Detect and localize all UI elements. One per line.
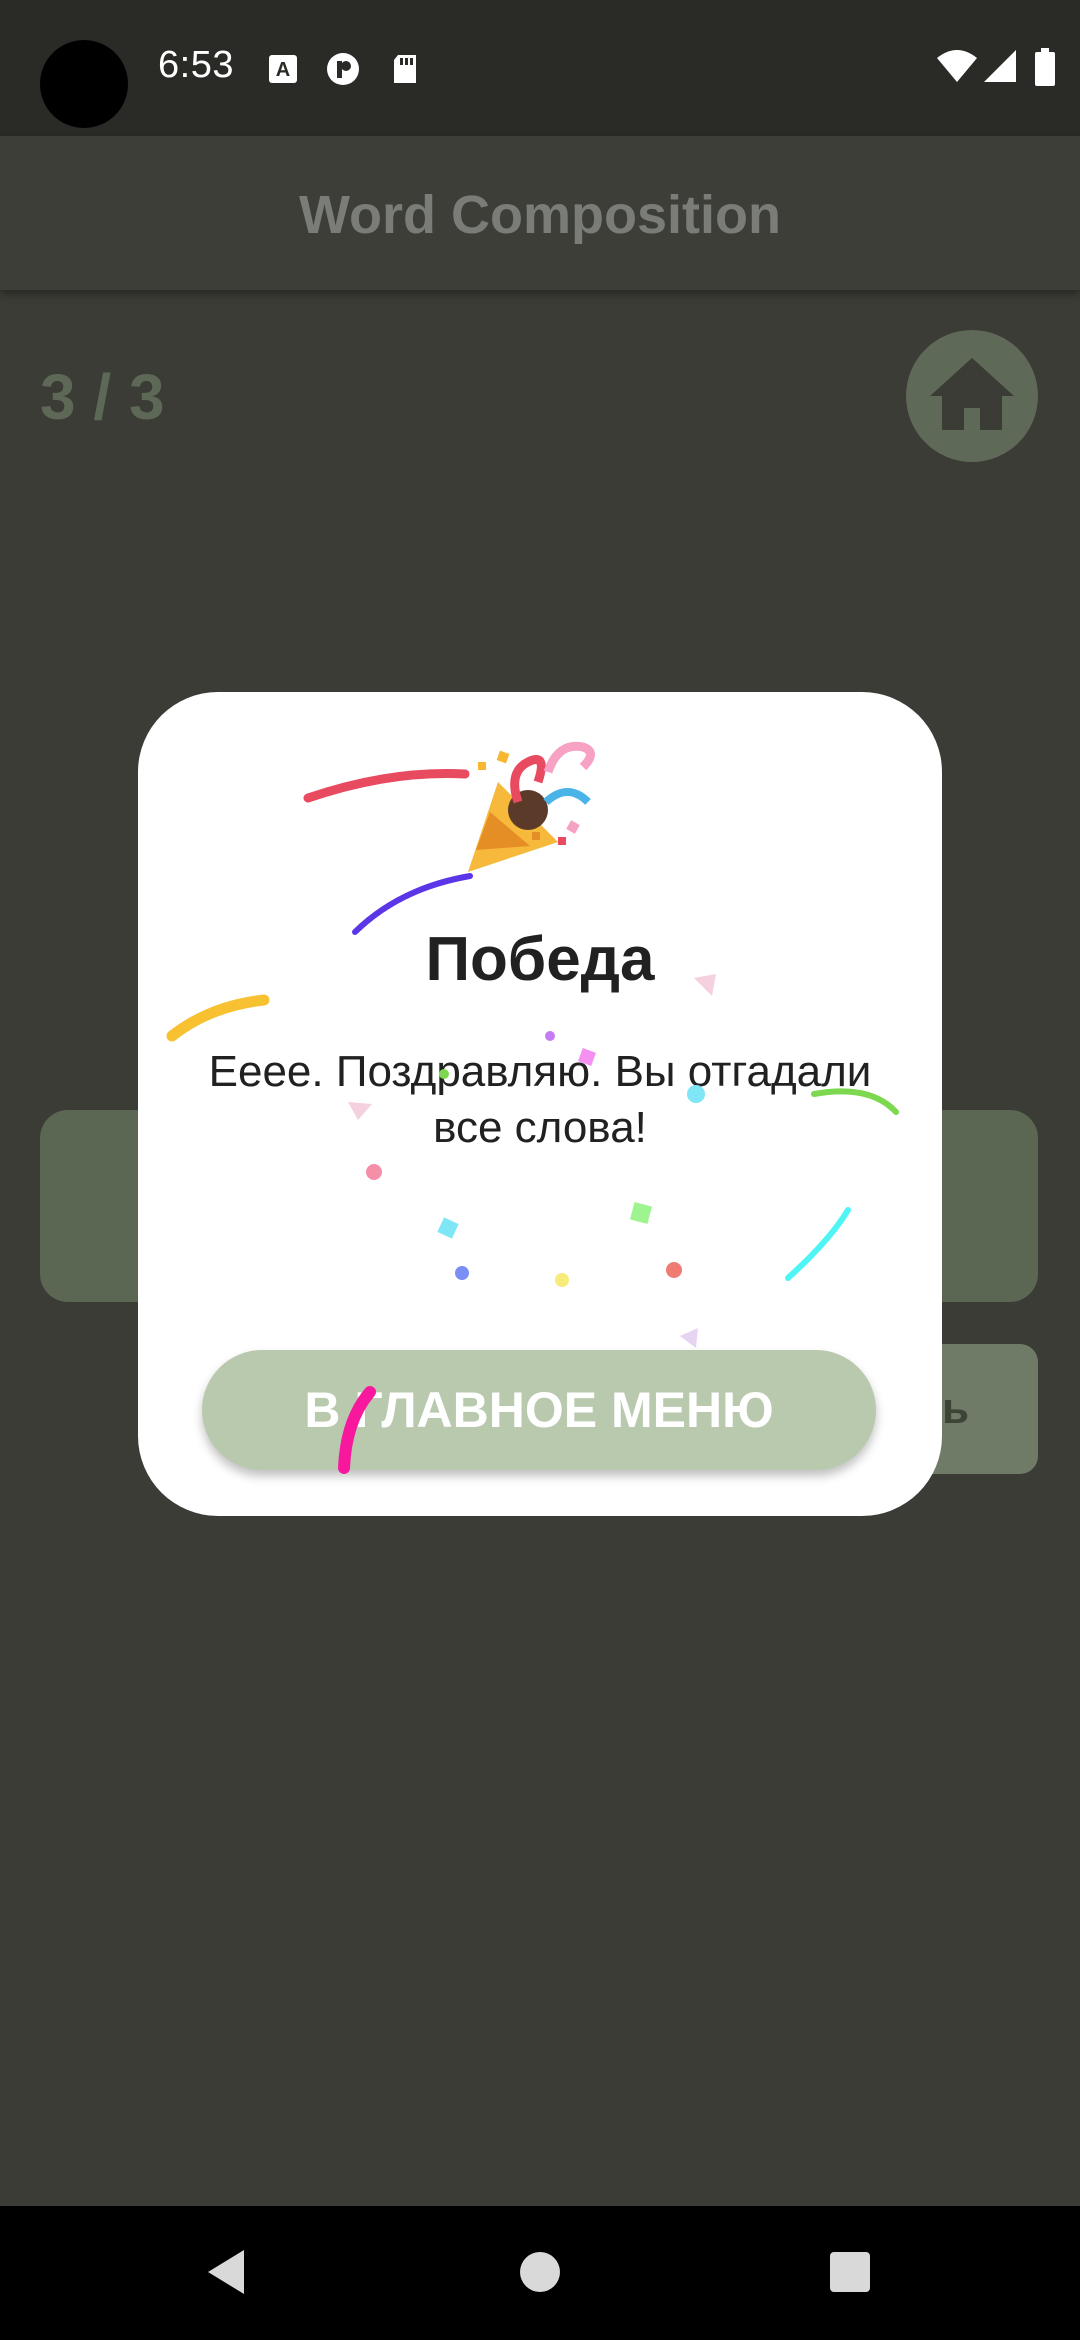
camera-cutout (40, 40, 128, 128)
svg-text:A: A (276, 59, 290, 81)
dialog-title: Победа (425, 925, 655, 994)
navigation-bar (0, 2206, 1080, 2340)
home-icon (930, 358, 1014, 430)
victory-dialog: Победа Eeee. Поздравляю. Вы отгадали все… (138, 692, 942, 1516)
side-action-label: ь (942, 1384, 970, 1433)
dialog-message: Eeee. Поздравляю. Вы отгадали все слова! (208, 1047, 872, 1152)
home-circle-icon[interactable] (518, 2246, 562, 2298)
main-menu-button[interactable]: В ГЛАВНОЕ МЕНЮ (202, 1350, 876, 1470)
p-badge-icon (327, 53, 359, 85)
progress-counter: 3 / 3 (40, 361, 165, 433)
wifi-icon (937, 50, 977, 82)
party-popper-icon (468, 741, 595, 872)
home-button[interactable] (906, 330, 1038, 462)
status-time: 6:53 (158, 44, 234, 86)
main-menu-button-label: В ГЛАВНОЕ МЕНЮ (304, 1382, 774, 1438)
status-bar: 6:53 A (0, 0, 1080, 136)
signal-icon (984, 50, 1016, 82)
app-title: Word Composition (299, 185, 781, 245)
a-badge-icon: A (269, 55, 297, 83)
app-bar: Word Composition (0, 136, 1080, 290)
recents-icon[interactable] (828, 2246, 872, 2298)
battery-icon (1035, 48, 1055, 86)
back-icon[interactable] (204, 2246, 248, 2298)
sd-card-icon (394, 55, 416, 83)
